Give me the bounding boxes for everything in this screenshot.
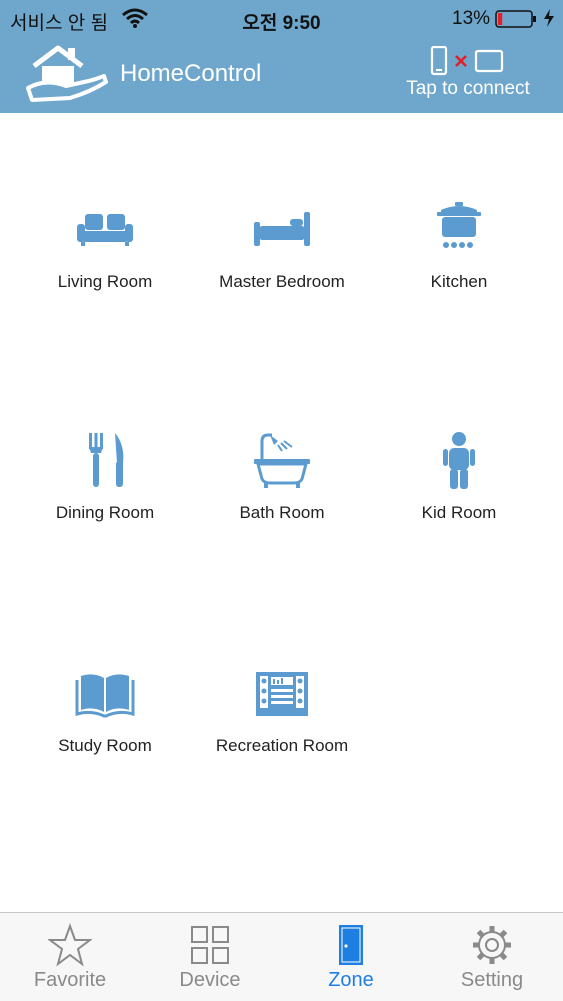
- tab-zone[interactable]: Zone: [281, 913, 421, 1001]
- book-icon: [75, 674, 135, 718]
- zone-label: Living Room: [57, 272, 153, 291]
- zone-label: Kitchen: [430, 272, 488, 291]
- zone-living-room[interactable]: Living Room: [15, 200, 195, 310]
- tab-label: Favorite: [33, 969, 107, 991]
- battery-icon: [495, 10, 536, 28]
- battery-percent: 13%: [452, 8, 491, 29]
- charging-bolt-icon: [544, 9, 554, 27]
- zone-kitchen[interactable]: Kitchen: [369, 200, 549, 310]
- sofa-icon: [77, 214, 133, 246]
- zone-label: Kid Room: [421, 503, 497, 522]
- bed-icon: [254, 212, 310, 246]
- zone-grid: Living Room Master Bedroom Kitchen Dinin…: [0, 113, 563, 913]
- gear-icon: [473, 926, 511, 964]
- phone-disconnected-tablet-icon[interactable]: [430, 46, 506, 76]
- grid-icon: [191, 926, 229, 964]
- zone-label: Recreation Room: [215, 736, 349, 755]
- zone-label: Study Room: [58, 736, 152, 755]
- stereo-icon: [256, 672, 308, 716]
- tab-label: Zone: [328, 969, 374, 991]
- status-bar: 서비스 안 됨 오전 9:50 13%: [0, 0, 563, 38]
- zone-bath-room[interactable]: Bath Room: [192, 431, 372, 541]
- zone-master-bedroom[interactable]: Master Bedroom: [192, 200, 372, 310]
- house-hand-icon: [26, 45, 108, 102]
- cooking-pot-icon: [437, 202, 481, 248]
- zone-label: Dining Room: [55, 503, 155, 522]
- tab-label: Setting: [460, 969, 524, 991]
- zone-kid-room[interactable]: Kid Room: [369, 431, 549, 541]
- tap-to-connect-link[interactable]: Tap to connect: [398, 78, 538, 100]
- zone-recreation-room[interactable]: Recreation Room: [192, 664, 372, 774]
- star-icon: [48, 923, 92, 967]
- tab-favorite[interactable]: Favorite: [0, 913, 140, 1001]
- tab-bar: Favorite Device Zone Setting: [0, 912, 563, 1001]
- app-header: 서비스 안 됨 오전 9:50 13% HomeControl Tap to c: [0, 0, 563, 113]
- tab-setting[interactable]: Setting: [422, 913, 562, 1001]
- app-title: HomeControl: [120, 60, 262, 87]
- zone-dining-room[interactable]: Dining Room: [15, 431, 195, 541]
- zone-label: Master Bedroom: [219, 272, 345, 291]
- zone-label: Bath Room: [239, 503, 325, 522]
- child-icon: [443, 432, 475, 489]
- bathtub-icon: [254, 433, 310, 488]
- tab-label: Device: [179, 969, 241, 991]
- door-icon: [339, 925, 363, 965]
- zone-study-room[interactable]: Study Room: [15, 664, 195, 774]
- tab-device[interactable]: Device: [140, 913, 280, 1001]
- fork-knife-icon: [89, 433, 124, 487]
